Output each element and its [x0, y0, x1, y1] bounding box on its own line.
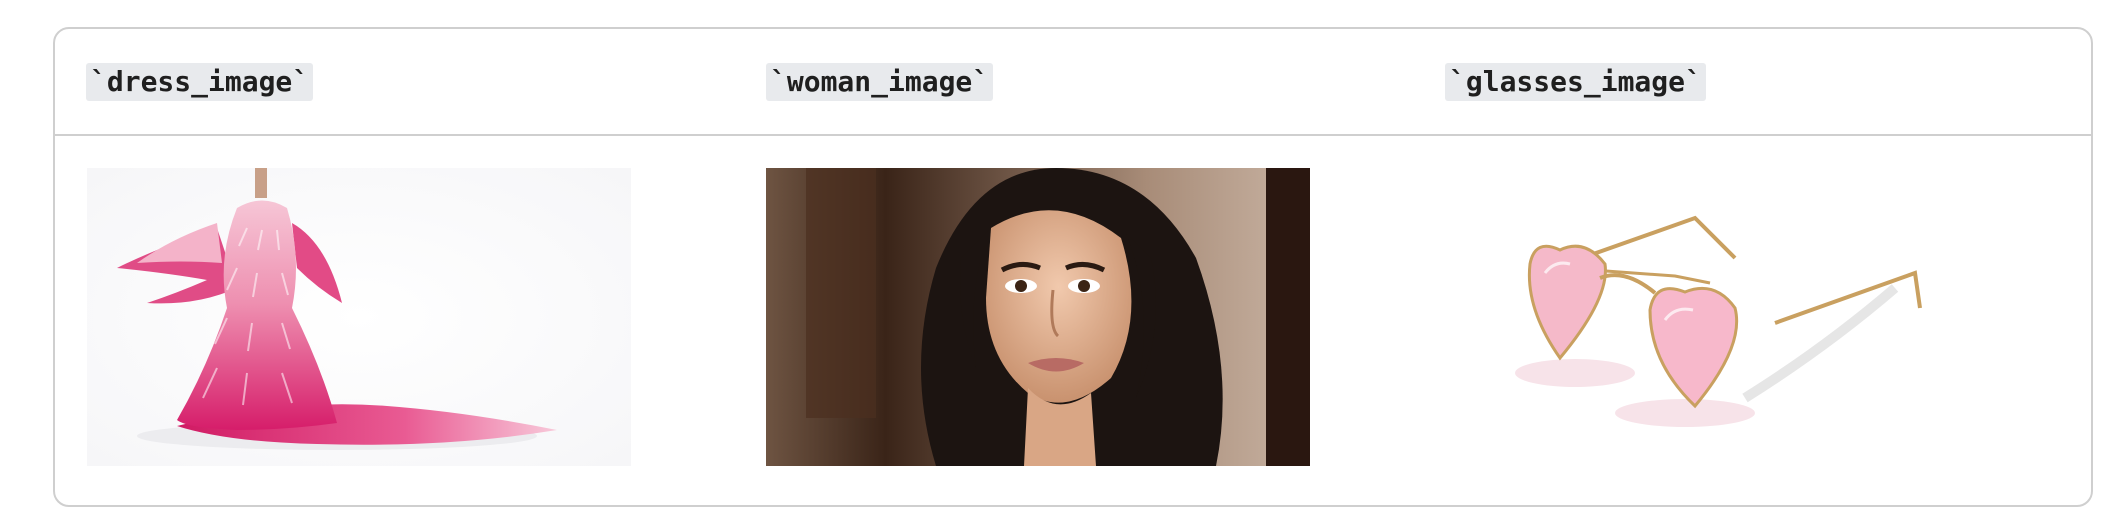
header-cell-glasses: `glasses_image`: [1445, 63, 1706, 101]
table-header-row: `dress_image` `woman_image` `glasses_ima…: [55, 29, 2091, 136]
header-cell-woman: `woman_image`: [766, 63, 994, 101]
header-cell-dress: `dress_image`: [86, 63, 314, 101]
glasses-image: [1445, 168, 1989, 466]
woman-image: [766, 168, 1310, 466]
woman-image-header-label: `woman_image`: [766, 63, 994, 101]
image-table: `dress_image` `woman_image` `glasses_ima…: [53, 27, 2093, 507]
table-body-row: [55, 136, 2091, 505]
dress-image-header-label: `dress_image`: [86, 63, 314, 101]
glasses-image-header-label: `glasses_image`: [1445, 63, 1706, 101]
dress-illustration: [87, 168, 631, 466]
dress-image: [87, 168, 631, 466]
woman-portrait-illustration: [766, 168, 1310, 466]
heart-sunglasses-illustration: [1445, 168, 1989, 466]
